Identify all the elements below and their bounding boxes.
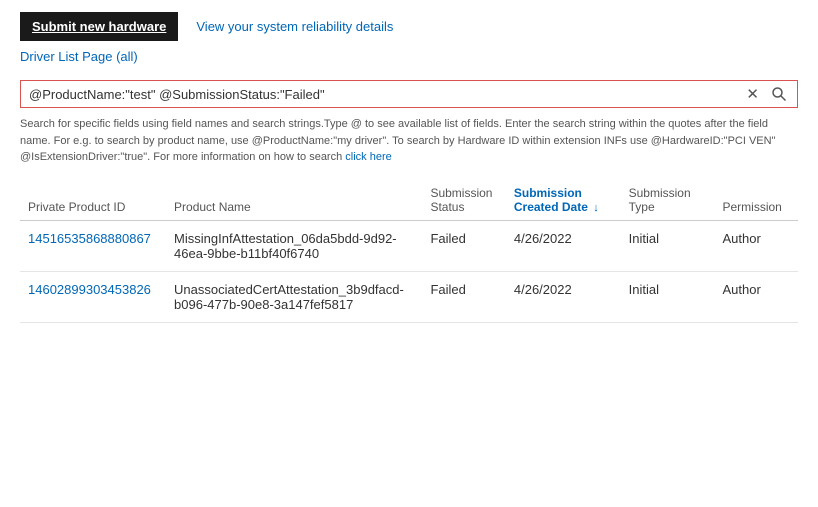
search-help-text: Search for specific fields using field n… [20,116,798,166]
sort-arrow-down-icon: ↓ [593,202,599,214]
cell-submission-type: Initial [621,271,715,322]
col-header-private-product-id: Private Product ID [20,180,166,221]
private-product-id-link[interactable]: 14602899303453826 [28,282,151,297]
cell-permission: Author [714,271,798,322]
cell-submission-status: Failed [422,220,505,271]
cell-submission-status: Failed [422,271,505,322]
search-icon [771,86,787,102]
driver-list-link[interactable]: Driver List Page (all) [20,49,138,64]
results-table: Private Product ID Product Name Submissi… [20,180,798,323]
search-input[interactable] [29,87,744,102]
reliability-link[interactable]: View your system reliability details [196,19,393,34]
cell-submission-type: Initial [621,220,715,271]
search-actions: ✕ [744,85,789,103]
cell-product-name: MissingInfAttestation_06da5bdd-9d92-46ea… [166,220,422,271]
col-header-permission: Permission [714,180,798,221]
col-header-product-name: Product Name [166,180,422,221]
table-header-row: Private Product ID Product Name Submissi… [20,180,798,221]
private-product-id-link[interactable]: 14516535868880867 [28,231,151,246]
cell-private-product-id: 14602899303453826 [20,271,166,322]
cell-submission-created-date: 4/26/2022 [506,271,621,322]
header-row: Submit new hardware View your system rel… [20,12,798,41]
submit-new-hardware-button[interactable]: Submit new hardware [20,12,178,41]
col-header-submission-type: Submission Type [621,180,715,221]
cell-private-product-id: 14516535868880867 [20,220,166,271]
col-header-submission-created-date[interactable]: Submission Created Date ↓ [506,180,621,221]
click-here-link[interactable]: click here [345,151,391,163]
search-box: ✕ [20,80,798,108]
search-submit-button[interactable] [769,86,789,102]
cell-permission: Author [714,220,798,271]
cell-submission-created-date: 4/26/2022 [506,220,621,271]
col-header-submission-status: Submission Status [422,180,505,221]
table-row: 14602899303453826 UnassociatedCertAttesta… [20,271,798,322]
cell-product-name: UnassociatedCertAttestation_3b9dfacd-b09… [166,271,422,322]
table-row: 14516535868880867 MissingInfAttestation_0… [20,220,798,271]
search-clear-button[interactable]: ✕ [744,85,761,103]
